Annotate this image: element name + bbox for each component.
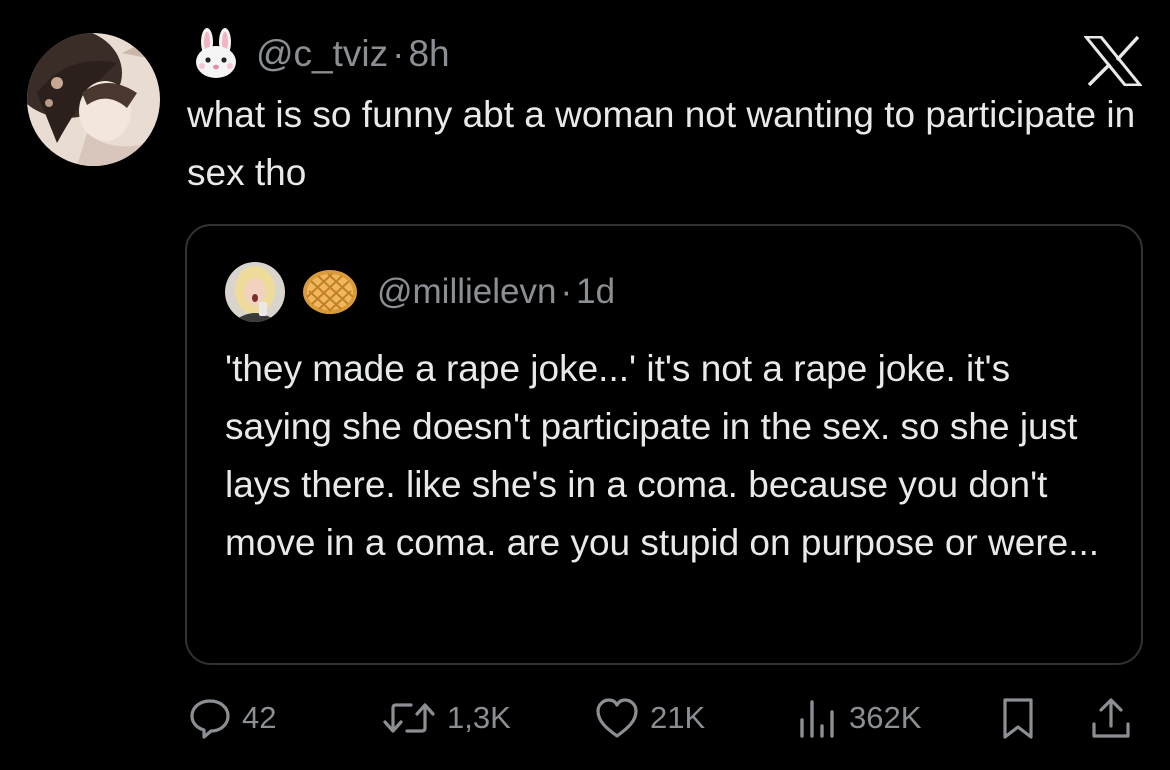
tweet-text: what is so funny abt a woman not wanting… (187, 94, 1136, 193)
like-icon (596, 698, 638, 738)
repost-count: 1,3K (447, 700, 511, 735)
quoted-tweet-text: 'they made a rape joke...' it's not a ra… (225, 348, 1100, 563)
x-logo-icon[interactable] (1084, 36, 1142, 86)
waffle-icon (301, 267, 359, 317)
quoted-author-handle[interactable]: @millielevn (377, 262, 556, 322)
quoted-post-time[interactable]: 1d (576, 262, 615, 322)
views-icon (800, 700, 834, 738)
tweet-header: @c_tviz · 8h (190, 28, 450, 80)
rabbit-icon (190, 28, 242, 80)
quoted-tweet-header: @millielevn · 1d (225, 262, 615, 322)
views-count: 362K (849, 700, 922, 735)
author-avatar[interactable] (27, 33, 160, 166)
bookmark-button[interactable] (1000, 690, 1036, 746)
share-button[interactable] (1089, 690, 1133, 746)
share-icon (1092, 698, 1130, 738)
post-time[interactable]: 8h (408, 28, 449, 80)
repost-icon (383, 703, 435, 733)
separator-dot: · (392, 33, 405, 74)
quoted-tweet-card[interactable]: @millielevn · 1d 'they made a rape joke.… (185, 224, 1143, 665)
views-button[interactable]: 362K (797, 690, 921, 746)
reply-count: 42 (242, 700, 277, 735)
reply-icon (190, 699, 230, 739)
tweet-screenshot: @c_tviz · 8h what is so funny abt a woma… (0, 0, 1170, 770)
bookmark-icon (1003, 698, 1033, 739)
author-handle[interactable]: @c_tviz (256, 28, 388, 80)
quoted-author-avatar[interactable] (225, 262, 285, 322)
repost-button[interactable]: 1,3K (381, 690, 511, 746)
action-bar: 42 1,3K 21K 362K (0, 690, 1170, 746)
like-count: 21K (650, 700, 706, 735)
like-button[interactable]: 21K (594, 690, 705, 746)
separator-dot: · (560, 272, 573, 311)
reply-button[interactable]: 42 (188, 690, 276, 746)
